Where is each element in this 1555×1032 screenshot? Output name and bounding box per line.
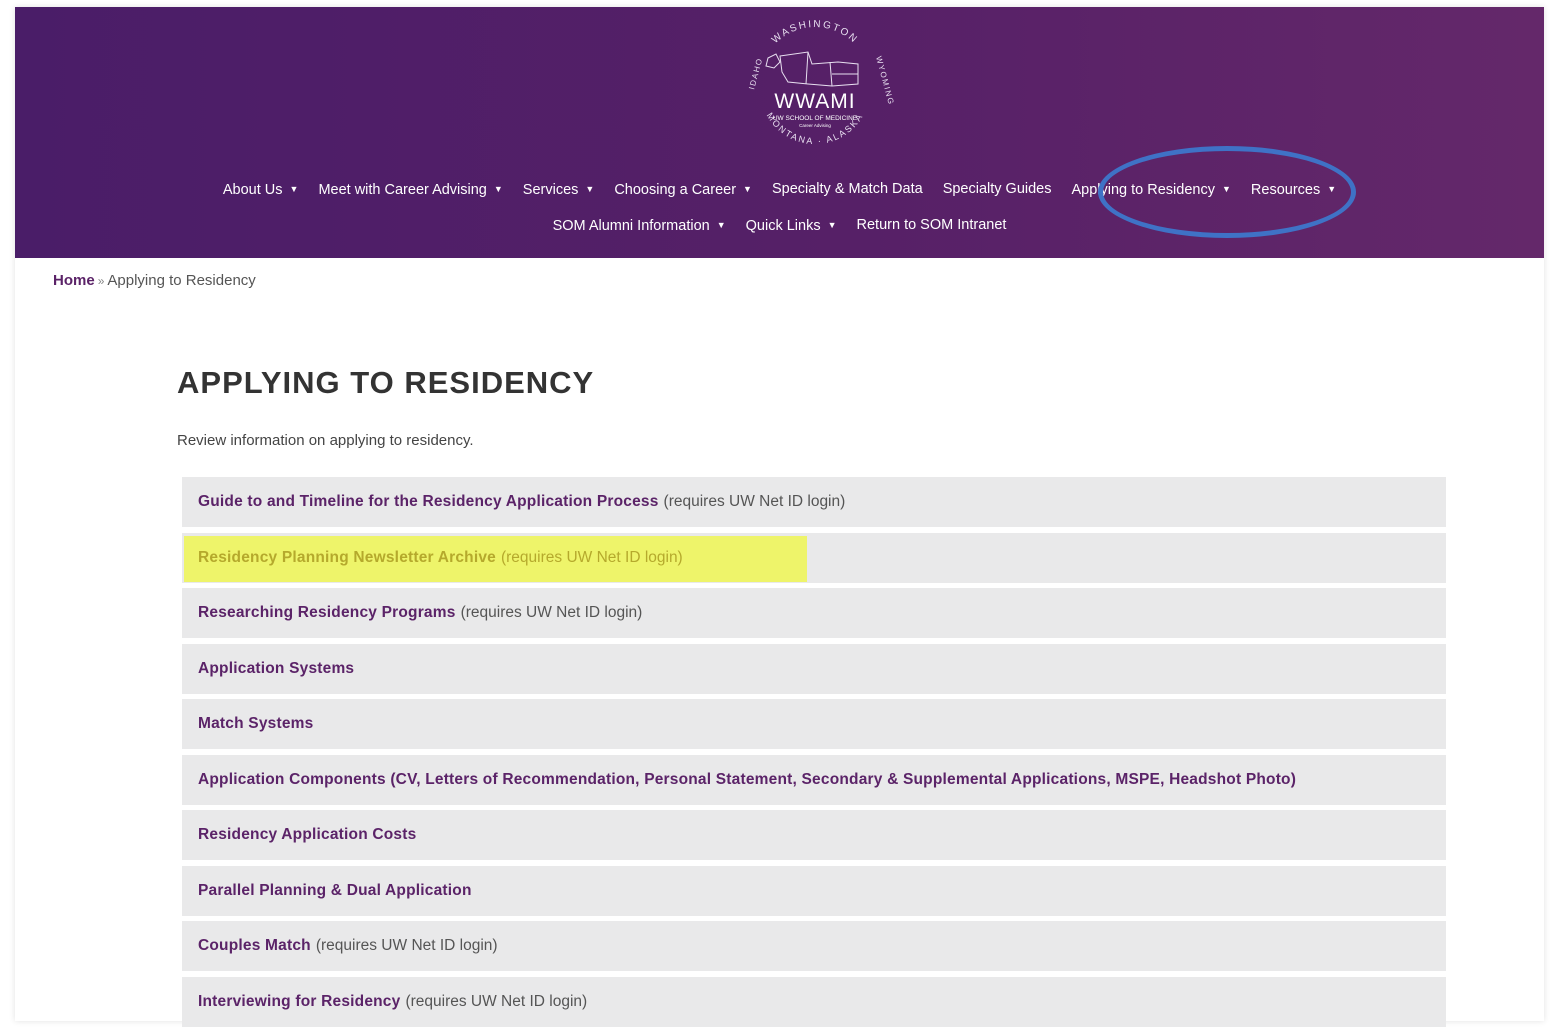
nav-item-about-us[interactable]: About Us ▼ (213, 179, 309, 200)
nav-item-services[interactable]: Services ▼ (513, 179, 605, 200)
nav-item-label: Quick Links (745, 218, 821, 234)
breadcrumb: Home» Applying to Residency (53, 272, 256, 289)
nav-item-label: Specialty Guides (942, 181, 1052, 197)
accordion-item-note: (requires UW Net ID login) (663, 493, 846, 510)
accordion-item-title: Researching Residency Programs (198, 604, 456, 621)
accordion-item-title: Interviewing for Residency (198, 992, 401, 1010)
caret-down-icon: ▼ (1327, 184, 1337, 194)
caret-down-icon: ▼ (585, 184, 595, 194)
page-title: APPLYING TO RESIDENCY (177, 365, 595, 400)
svg-text:WWAMI: WWAMI (774, 90, 855, 113)
breadcrumb-current: Applying to Residency (107, 272, 256, 289)
accordion-item-note: (requires UW Net ID login) (460, 604, 643, 621)
breadcrumb-home-link[interactable]: Home (53, 272, 95, 289)
accordion-item-title: Residency Planning Newsletter Archive (198, 548, 496, 566)
accordion-item-match-systems[interactable]: Match Systems (182, 699, 1446, 749)
caret-down-icon: ▼ (827, 220, 837, 230)
svg-text:UW SCHOOL OF MEDICINE: UW SCHOOL OF MEDICINE (773, 115, 858, 122)
accordion-item-researching-residency-programs[interactable]: Researching Residency Programs (requires … (182, 588, 1446, 638)
accordion-item-residency-application-costs[interactable]: Residency Application Costs (182, 810, 1446, 860)
secondary-nav: SOM Alumni Information ▼ Quick Links ▼ Retur… (15, 215, 1544, 236)
nav-item-label: Resources (1250, 182, 1321, 198)
svg-text:Career Advising: Career Advising (799, 123, 831, 128)
accordion-item-title: Residency Application Costs (198, 826, 417, 843)
nav-item-label: Specialty & Match Data (771, 181, 923, 197)
accordion-item-guide-to-and-timeline-for-the-residency-[interactable]: Guide to and Timeline for the Residency … (182, 477, 1446, 527)
nav-item-label: Applying to Residency (1071, 182, 1215, 198)
nav-item-label: Services (522, 182, 579, 198)
accordion-item-title: Application Systems (198, 659, 355, 677)
map-outline-icon (765, 51, 859, 87)
caret-down-icon: ▼ (716, 220, 726, 230)
accordion-item-title: Guide to and Timeline for the Residency … (198, 493, 659, 510)
accordion-item-interviewing-for-residency[interactable]: Interviewing for Residency (requires UW N… (182, 976, 1446, 1027)
page-intro: Review information on applying to reside… (177, 432, 474, 449)
svg-text:IDAHO: IDAHO (747, 56, 764, 90)
wwami-logo[interactable]: WASHINGTON MONTANA · ALASKA IDAHO WYOMIN… (730, 12, 900, 162)
caret-down-icon: ▼ (743, 184, 752, 194)
accordion-item-residency-planning-newsletter-archive[interactable]: Residency Planning Newsletter Archive (re… (182, 532, 1446, 583)
caret-down-icon: ▼ (289, 184, 299, 194)
primary-nav: About Us ▼ Meet with Career Advising ▼ Servi… (15, 179, 1544, 200)
breadcrumb-separator: » (97, 274, 105, 288)
accordion-item-title: Match Systems (198, 715, 314, 732)
nav-item-label: Choosing a Career (614, 182, 737, 198)
nav-item-label: SOM Alumni Information (552, 218, 710, 234)
nav-item-return-to-som-intranet[interactable]: Return to SOM Intranet (847, 215, 1017, 236)
accordion-item-couples-match[interactable]: Couples Match (requires UW Net ID login) (182, 921, 1446, 971)
accordion-item-parallel-planning-dual-application[interactable]: Parallel Planning & Dual Application (182, 865, 1446, 916)
nav-item-applying-to-residency[interactable]: Applying to Residency ▼ (1062, 179, 1241, 200)
nav-item-som-alumni-information[interactable]: SOM Alumni Information ▼ (543, 215, 736, 236)
accordion-item-title: Couples Match (198, 937, 311, 954)
residency-accordion: Guide to and Timeline for the Residency … (182, 477, 1446, 1032)
accordion-item-note: (requires UW Net ID login) (500, 548, 683, 566)
accordion-item-note: (requires UW Net ID login) (405, 992, 588, 1010)
svg-text:WASHINGTON: WASHINGTON (770, 19, 860, 46)
caret-down-icon: ▼ (1221, 184, 1231, 194)
accordion-item-application-components-cv-letters-of-rec[interactable]: Application Components (CV, Letters of R… (182, 754, 1446, 805)
svg-text:WYOMING: WYOMING (874, 55, 896, 106)
caret-down-icon: ▼ (493, 184, 503, 194)
nav-item-resources[interactable]: Resources ▼ (1241, 179, 1346, 200)
nav-item-label: About Us (222, 182, 283, 198)
nav-item-choosing-a-career[interactable]: Choosing a Career ▼ (604, 179, 762, 200)
site-header: WASHINGTON MONTANA · ALASKA IDAHO WYOMIN… (15, 7, 1544, 258)
nav-item-specialty-match-data[interactable]: Specialty & Match Data (762, 179, 933, 200)
accordion-item-note: (requires UW Net ID login) (315, 937, 498, 954)
accordion-item-application-systems[interactable]: Application Systems (182, 643, 1446, 694)
accordion-item-title: Application Components (CV, Letters of R… (198, 770, 1297, 788)
accordion-item-title: Parallel Planning & Dual Application (198, 881, 472, 899)
nav-item-label: Return to SOM Intranet (856, 217, 1007, 233)
nav-item-specialty-guides[interactable]: Specialty Guides (933, 179, 1062, 200)
nav-item-quick-links[interactable]: Quick Links ▼ (736, 215, 847, 236)
page-frame: WASHINGTON MONTANA · ALASKA IDAHO WYOMIN… (15, 7, 1544, 1027)
nav-item-label: Meet with Career Advising (318, 182, 487, 198)
nav-item-meet-with-career-advising[interactable]: Meet with Career Advising ▼ (308, 179, 512, 200)
